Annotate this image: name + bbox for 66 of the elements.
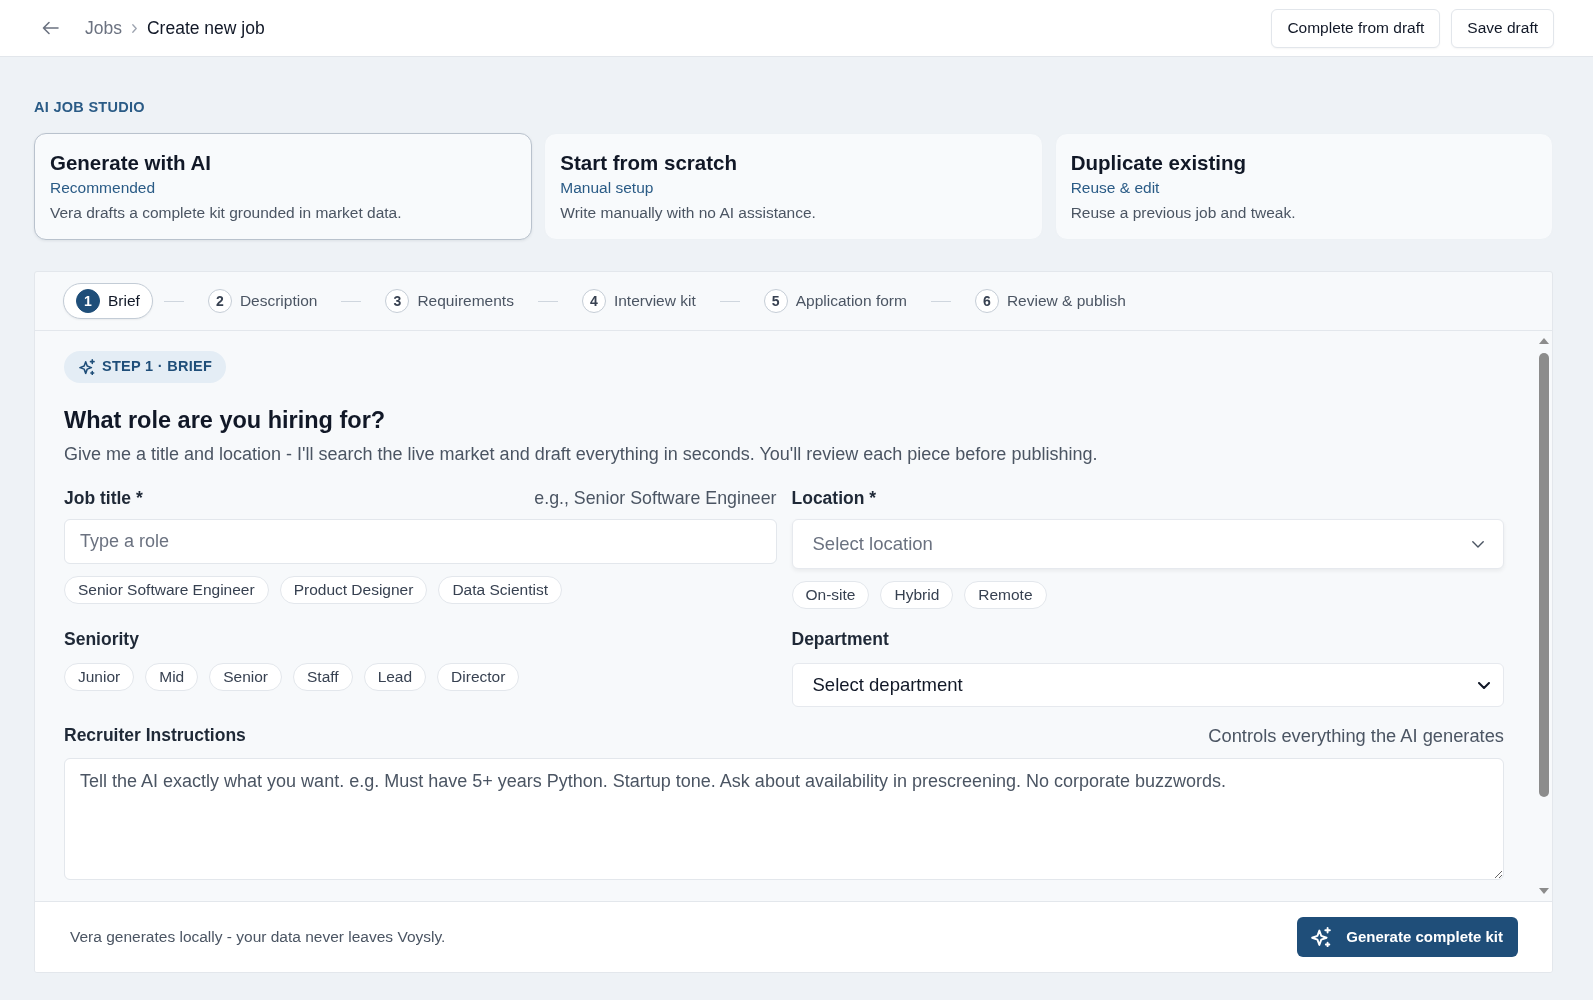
seniority-chip[interactable]: Junior — [64, 663, 135, 691]
chevron-down-icon — [1478, 681, 1490, 689]
chevron-right-icon — [131, 23, 137, 33]
instructions-textarea[interactable]: Tell the AI exactly what you want. e.g. Must have 5+ years Python. Startup tone. Ask about availability in prescreening. No corporate buzzwords. — [64, 758, 1504, 880]
mode-card[interactable]: Start from scratch Manual setup Write manually with no AI assistance. — [544, 133, 1043, 240]
scroll-up-icon[interactable] — [1539, 338, 1549, 344]
step-tab[interactable]: 3 Requirements — [372, 283, 527, 319]
seniority-chip[interactable]: Director — [437, 663, 520, 691]
back-arrow-icon[interactable] — [42, 21, 59, 35]
step-badge-text: STEP 1 · BRIEF — [102, 357, 213, 377]
work-mode-chip[interactable]: On-site — [791, 581, 870, 609]
work-mode-chip[interactable]: Remote — [964, 581, 1047, 609]
seniority-chip[interactable]: Senior — [209, 663, 282, 691]
mode-title: Generate with AI — [50, 150, 212, 176]
step-number: 6 — [974, 289, 999, 313]
mode-description: Write manually with no AI assistance. — [560, 203, 817, 223]
mode-subtitle: Recommended — [50, 178, 157, 198]
suggestion-chip[interactable]: Data Scientist — [438, 576, 563, 604]
privacy-note: Vera generates locally - your data never leaves Voysly. — [70, 927, 446, 948]
draft-button[interactable]: Save draft — [1451, 8, 1554, 48]
sparkle-icon — [1311, 927, 1332, 947]
section-intro: Give me a title and location - I'll search the live market and draft everything in seconds. You'll review each piece before publishing. — [64, 443, 1099, 465]
field-hint: Controls everything the AI generates — [1208, 725, 1504, 746]
step-number: 2 — [207, 289, 232, 313]
suggestion-chip[interactable]: Product Designer — [279, 576, 428, 604]
location-select[interactable]: Select location — [791, 519, 1504, 569]
mode-description: Vera drafts a complete kit grounded in market data. — [50, 203, 403, 223]
mode-subtitle: Reuse & edit — [1070, 178, 1161, 198]
step-tab[interactable]: 1 Brief — [63, 283, 153, 319]
step-tab[interactable]: 2 Description — [194, 283, 331, 319]
step-number: 3 — [385, 289, 410, 313]
field-label: Location * — [791, 488, 877, 509]
page-title: Create new job — [146, 16, 265, 40]
sparkle-icon — [79, 359, 95, 375]
section-heading: What role are you hiring for? — [64, 406, 387, 435]
section-eyebrow: AI JOB STUDIO — [34, 99, 145, 116]
field-label: Seniority — [64, 629, 139, 650]
seniority-chip[interactable]: Lead — [363, 663, 427, 691]
scroll-down-icon[interactable] — [1539, 888, 1549, 894]
step-tab[interactable]: 4 Interview kit — [568, 283, 709, 319]
step-number: 4 — [581, 289, 606, 313]
mode-title: Duplicate existing — [1070, 150, 1248, 176]
field-hint: e.g., Senior Software Engineer — [534, 488, 777, 509]
field-label: Job title * — [64, 488, 143, 509]
generate-button[interactable]: Generate complete kit — [1297, 917, 1518, 957]
mode-title: Start from scratch — [560, 150, 738, 176]
seniority-chip[interactable]: Mid — [145, 663, 199, 691]
suggestion-chip[interactable]: Senior Software Engineer — [64, 576, 269, 604]
job-title-input[interactable]: Type a role — [64, 519, 777, 564]
field-label: Department — [791, 629, 889, 650]
field-label: Recruiter Instructions — [64, 725, 246, 746]
department-select[interactable]: Select department — [791, 663, 1504, 707]
step-tab[interactable]: 5 Application form — [750, 283, 920, 319]
seniority-chip[interactable]: Staff — [293, 663, 353, 691]
mode-description: Reuse a previous job and tweak. — [1070, 203, 1297, 223]
step-tab[interactable]: 6 Review & publish — [961, 283, 1139, 319]
step-number: 5 — [763, 289, 788, 313]
breadcrumb-link[interactable]: Jobs — [85, 14, 122, 42]
chevron-down-icon — [1472, 540, 1484, 548]
step-number: 1 — [76, 289, 100, 313]
mode-card[interactable]: Duplicate existing Reuse & edit Reuse a previous job and tweak. — [1054, 133, 1553, 240]
draft-button[interactable]: Complete from draft — [1271, 8, 1441, 48]
scrollbar-thumb[interactable] — [1539, 353, 1549, 797]
mode-subtitle: Manual setup — [560, 178, 655, 198]
mode-card[interactable]: Generate with AI Recommended Vera drafts a complete kit grounded in market data. — [34, 133, 533, 240]
work-mode-chip[interactable]: Hybrid — [880, 581, 954, 609]
